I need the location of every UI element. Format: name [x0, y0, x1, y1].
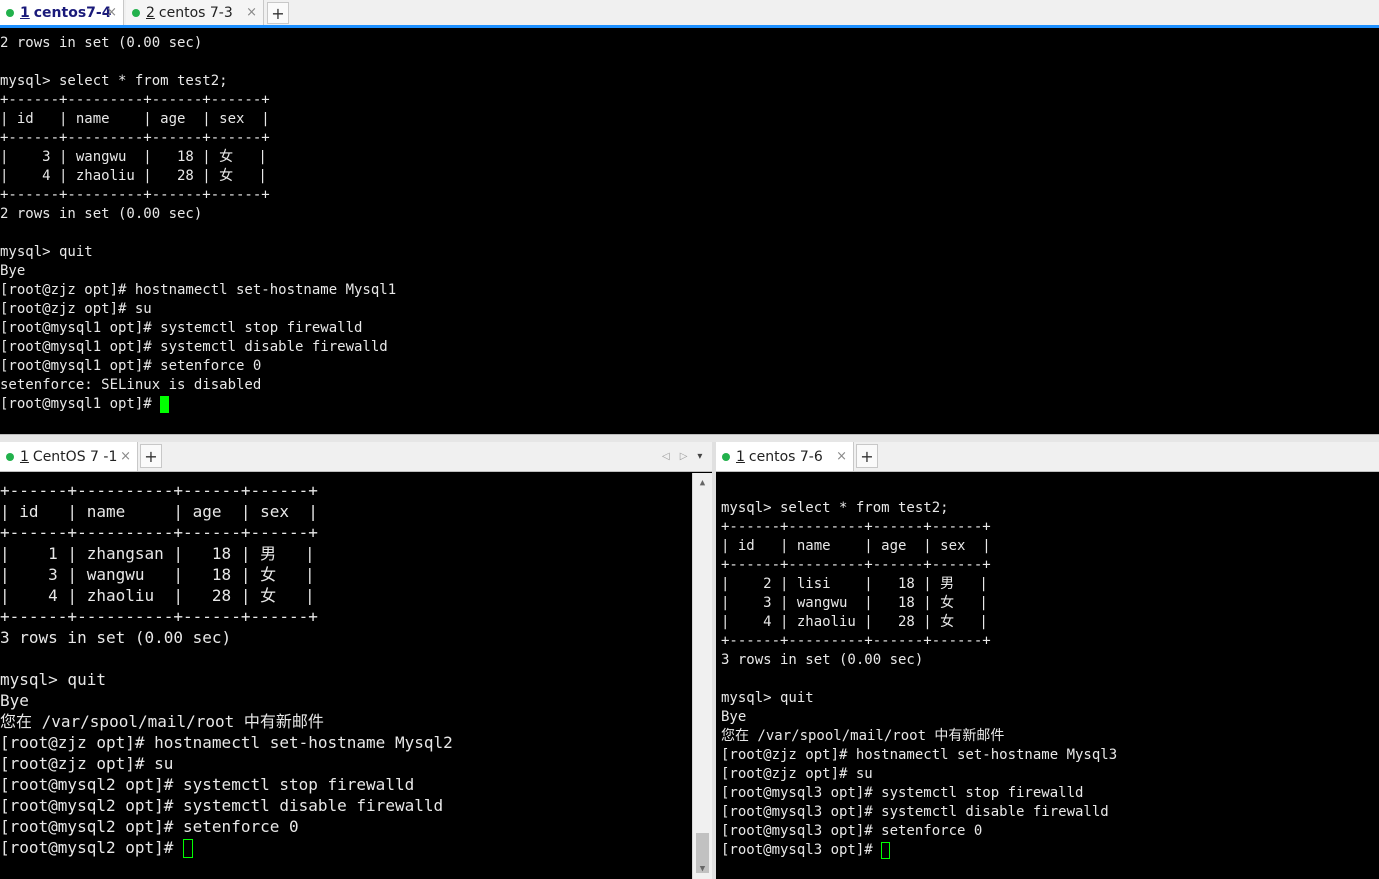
- right-tab-bar: 1 centos 7-6 × +: [716, 442, 1379, 472]
- scroll-down-icon[interactable]: ▼: [693, 861, 712, 877]
- terminal-line: | 3 | wangwu | 18 | 女 |: [721, 595, 988, 611]
- terminal-output[interactable]: 2 rows in set (0.00 sec) mysql> select * …: [0, 34, 1379, 414]
- terminal-line: +------+----------+------+------+: [0, 607, 318, 626]
- terminal-line: [root@mysql2 opt]# systemctl disable fir…: [0, 796, 444, 815]
- tab-label: centos 7-6: [748, 448, 823, 465]
- terminal-cursor: [881, 841, 891, 859]
- terminal-line: +------+----------+------+------+: [0, 523, 318, 542]
- terminal-line: | 3 | wangwu | 18 | 女 |: [0, 149, 267, 165]
- right-terminal-pane[interactable]: 1 centos 7-6 × + mysql> select * from tes…: [716, 442, 1379, 879]
- terminal-line: 2 rows in set (0.00 sec): [0, 35, 203, 51]
- terminal-line: | id | name | age | sex |: [0, 111, 270, 127]
- tab-centos-7-6[interactable]: 1 centos 7-6 ×: [716, 442, 854, 471]
- close-tab-icon[interactable]: ×: [106, 5, 117, 20]
- tab-label: centos 7-3: [158, 4, 233, 21]
- terminal-line: [root@mysql3 opt]# systemctl disable fir…: [721, 804, 1109, 820]
- tab-label: CentOS 7 -1: [32, 448, 118, 465]
- terminal-line: | 4 | zhaoliu | 28 | 女 |: [0, 168, 267, 184]
- scroll-tabs-left-icon[interactable]: ◁: [662, 451, 670, 462]
- scroll-tabs-right-icon[interactable]: ▷: [680, 451, 688, 462]
- terminal-line: [root@mysql1 opt]# setenforce 0: [0, 358, 262, 374]
- terminal-line: Bye: [0, 263, 26, 279]
- terminal-line: [root@zjz opt]# hostnamectl set-hostname…: [721, 747, 1118, 763]
- terminal-line: mysql> select * from test2;: [721, 500, 949, 516]
- tab-list-menu-icon[interactable]: ▾: [697, 451, 702, 462]
- terminal-line: 3 rows in set (0.00 sec): [721, 652, 924, 668]
- terminal-line: | 4 | zhaoliu | 28 | 女 |: [0, 586, 315, 605]
- left-tab-bar: 1 CentOS 7 -1 × + ◁ ▷ ▾: [0, 442, 712, 472]
- terminal-line: [root@mysql3 opt]# systemctl stop firewa…: [721, 785, 1084, 801]
- terminal-line: +------+---------+------+------+: [721, 633, 991, 649]
- tab-centos-7-3[interactable]: 2 centos 7-3 ×: [126, 0, 264, 25]
- terminal-line: | 2 | lisi | 18 | 男 |: [721, 576, 988, 592]
- terminal-cursor: [183, 839, 194, 858]
- terminal-line: Bye: [0, 691, 29, 710]
- close-tab-icon[interactable]: ×: [836, 449, 847, 464]
- terminal-line: +------+---------+------+------+: [0, 187, 270, 203]
- terminal-line: +------+---------+------+------+: [721, 519, 991, 535]
- terminal-line: [root@mysql2 opt]# setenforce 0: [0, 817, 299, 836]
- terminal-line: [root@mysql1 opt]# systemctl disable fir…: [0, 339, 388, 355]
- terminal-line: [root@zjz opt]# hostnamectl set-hostname…: [0, 282, 397, 298]
- close-tab-icon[interactable]: ×: [120, 449, 131, 464]
- tab-centos7-4[interactable]: 1 centos7-4 ×: [0, 0, 124, 25]
- terminal-output[interactable]: mysql> select * from test2; +------+-----…: [721, 480, 1379, 860]
- scroll-up-icon[interactable]: ▲: [693, 475, 712, 491]
- pane-divider[interactable]: [0, 434, 1379, 442]
- terminal-line: 您在 /var/spool/mail/root 中有新邮件: [721, 728, 1005, 744]
- terminal-line: | 3 | wangwu | 18 | 女 |: [0, 565, 315, 584]
- connected-status-icon: [6, 452, 14, 461]
- terminal-line: | id | name | age | sex |: [721, 538, 991, 554]
- terminal-line: 3 rows in set (0.00 sec): [0, 628, 232, 647]
- terminal-line: Bye: [721, 709, 747, 725]
- terminal-line: [root@zjz opt]# su: [0, 301, 152, 317]
- terminal-line: [root@mysql2 opt]#: [0, 837, 690, 858]
- terminal-line: mysql> quit: [721, 690, 814, 706]
- terminal-line: [root@mysql3 opt]# setenforce 0: [721, 823, 983, 839]
- vertical-scrollbar[interactable]: ▲ ▼: [692, 473, 712, 879]
- terminal-line: mysql> select * from test2;: [0, 73, 228, 89]
- add-tab-button[interactable]: +: [267, 2, 289, 24]
- top-tab-bar: 1 centos7-4 × 2 centos 7-3 × +: [0, 0, 1379, 28]
- terminal-line: [root@zjz opt]# su: [0, 754, 174, 773]
- terminal-line: +------+---------+------+------+: [0, 130, 270, 146]
- close-tab-icon[interactable]: ×: [246, 5, 257, 20]
- left-terminal-pane[interactable]: 1 CentOS 7 -1 × + ◁ ▷ ▾ +------+---------…: [0, 442, 712, 879]
- add-tab-button[interactable]: +: [856, 444, 878, 468]
- terminal-line: [root@mysql3 opt]#: [721, 841, 1379, 860]
- terminal-line: setenforce: SELinux is disabled: [0, 377, 262, 393]
- terminal-line: 2 rows in set (0.00 sec): [0, 206, 203, 222]
- terminal-line: | 4 | zhaoliu | 28 | 女 |: [721, 614, 988, 630]
- terminal-line: +------+---------+------+------+: [0, 92, 270, 108]
- tab-centos-7-1[interactable]: 1 CentOS 7 -1 ×: [0, 442, 138, 471]
- tab-label: centos7-4: [33, 4, 112, 21]
- terminal-line: | 1 | zhangsan | 18 | 男 |: [0, 544, 315, 563]
- terminal-output[interactable]: +------+----------+------+------+ | id | …: [0, 480, 690, 858]
- terminal-line: [root@zjz opt]# su: [721, 766, 873, 782]
- terminal-cursor: [160, 395, 170, 413]
- terminal-line: +------+---------+------+------+: [721, 557, 991, 573]
- terminal-line: [root@mysql1 opt]#: [0, 395, 1379, 414]
- terminal-line: [root@mysql1 opt]# systemctl stop firewa…: [0, 320, 363, 336]
- connected-status-icon: [132, 8, 140, 17]
- terminal-line: | id | name | age | sex |: [0, 502, 318, 521]
- connected-status-icon: [722, 452, 730, 461]
- terminal-line: [root@mysql2 opt]# systemctl stop firewa…: [0, 775, 415, 794]
- add-tab-button[interactable]: +: [140, 444, 162, 468]
- terminal-line: [root@zjz opt]# hostnamectl set-hostname…: [0, 733, 453, 752]
- terminal-line: mysql> quit: [0, 670, 106, 689]
- terminal-line: 您在 /var/spool/mail/root 中有新邮件: [0, 712, 324, 731]
- terminal-line: +------+----------+------+------+: [0, 481, 318, 500]
- terminal-line: mysql> quit: [0, 244, 93, 260]
- top-terminal-pane[interactable]: 1 centos7-4 × 2 centos 7-3 × + 2 rows in s…: [0, 0, 1379, 434]
- connected-status-icon: [6, 8, 14, 17]
- tab-navigation: ◁ ▷ ▾: [662, 442, 702, 471]
